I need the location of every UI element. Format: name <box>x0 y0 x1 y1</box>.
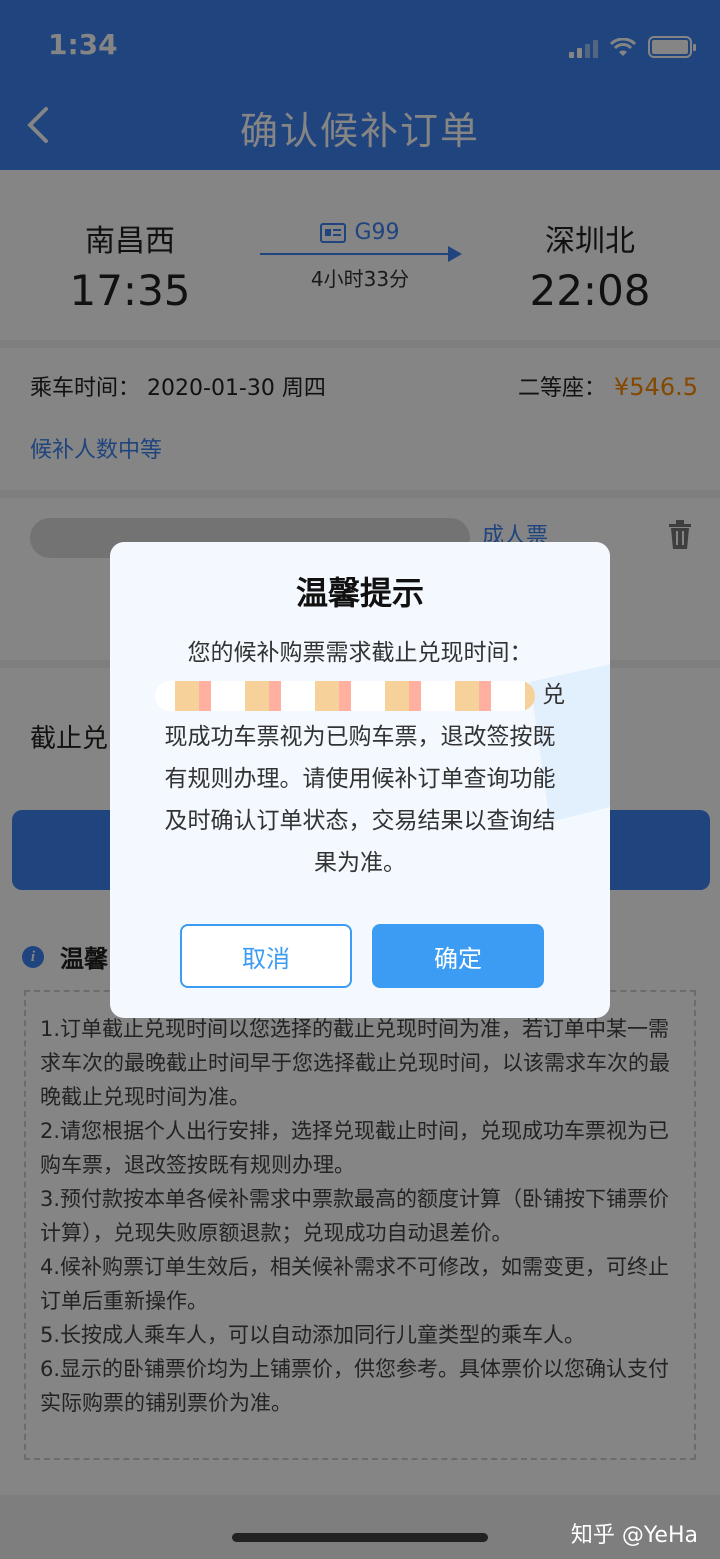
dialog-line2-tail: 兑 <box>542 682 566 708</box>
cancel-button[interactable]: 取消 <box>180 924 352 988</box>
confirm-button[interactable]: 确定 <box>372 924 544 988</box>
deadline-time-redacted <box>154 680 535 711</box>
home-indicator[interactable] <box>232 1533 488 1542</box>
dialog-line1: 您的候补购票需求截止兑现时间： <box>187 640 533 666</box>
dialog-message: 您的候补购票需求截止兑现时间： 兑 现成功车票视为已购车票，退改签按既有规则办理… <box>154 632 566 884</box>
dialog-title: 温馨提示 <box>295 574 424 612</box>
watermark: 知乎 @YeHa <box>570 1523 698 1548</box>
dialog-rest: 现成功车票视为已购车票，退改签按既有规则办理。请使用候补订单查询功能及时确认订单… <box>164 724 556 876</box>
warm-tip-dialog: 温馨提示 您的候补购票需求截止兑现时间： 兑 现成功车票视为已购车票，退改签按既… <box>110 542 610 1018</box>
